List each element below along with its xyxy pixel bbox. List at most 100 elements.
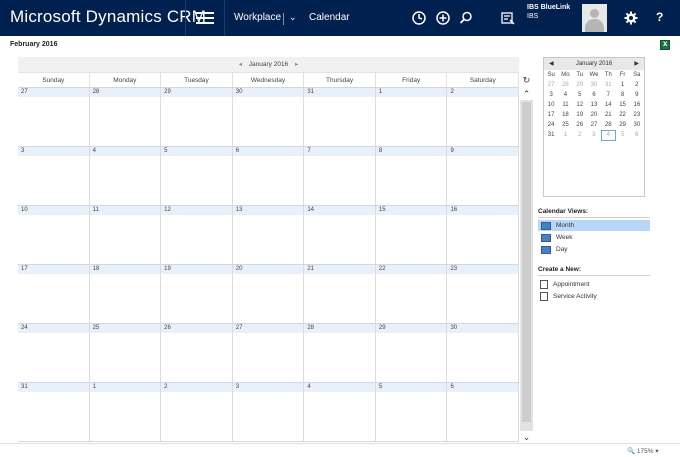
calendar-day-cell[interactable]: 19 [161, 265, 233, 323]
mini-day[interactable]: 7 [601, 90, 615, 100]
calendar-day-cell[interactable]: 2 [161, 383, 233, 441]
mini-day[interactable]: 10 [544, 100, 558, 110]
mini-day[interactable]: 23 [630, 110, 644, 120]
app-title[interactable]: Microsoft Dynamics CRM [10, 7, 206, 27]
calendar-day-cell[interactable]: 28 [89, 88, 162, 146]
calendar-day-cell[interactable]: 14 [304, 206, 376, 264]
mini-day[interactable]: 31 [601, 80, 615, 90]
calendar-day-cell[interactable]: 3 [18, 147, 90, 205]
mini-day[interactable]: 6 [587, 90, 601, 100]
mini-day[interactable]: 5 [615, 130, 629, 140]
mini-day[interactable]: 2 [630, 80, 644, 90]
view-week[interactable]: Week [538, 232, 650, 243]
recent-items-clock-icon[interactable] [410, 9, 428, 27]
mini-day[interactable]: 15 [615, 100, 629, 110]
calendar-day-cell[interactable]: 5 [161, 147, 233, 205]
mini-day[interactable]: 29 [615, 120, 629, 130]
mini-day[interactable]: 18 [558, 110, 572, 120]
calendar-day-cell[interactable]: 29 [375, 324, 448, 382]
mini-day[interactable]: 31 [544, 130, 558, 140]
zoom-control[interactable]: 🔍 175% ▾ [627, 447, 659, 455]
vertical-scrollbar[interactable]: ⌃ ⌄ [520, 88, 533, 443]
calendar-day-cell[interactable]: 24 [18, 324, 90, 382]
calendar-day-cell[interactable]: 30 [232, 88, 305, 146]
calendar-day-cell[interactable]: 11 [89, 206, 162, 264]
calendar-day-cell[interactable]: 20 [232, 265, 305, 323]
mini-day[interactable]: 30 [630, 120, 644, 130]
mini-day[interactable]: 13 [587, 100, 601, 110]
scroll-up-chevron-icon[interactable]: ⌃ [520, 88, 533, 100]
mini-day[interactable]: 22 [615, 110, 629, 120]
help-icon[interactable]: ? [656, 10, 663, 24]
user-info[interactable]: IBS BlueLink IBS [527, 3, 570, 21]
calendar-day-cell[interactable]: 1 [375, 88, 448, 146]
calendar-day-cell[interactable]: 15 [375, 206, 448, 264]
mini-day[interactable]: 2 [573, 130, 587, 140]
mini-day[interactable]: 8 [615, 90, 629, 100]
next-month-arrow-icon[interactable]: ▸ [290, 61, 303, 68]
scrollbar-thumb[interactable] [522, 102, 531, 422]
calendar-day-cell[interactable]: 27 [232, 324, 305, 382]
calendar-day-cell[interactable]: 21 [304, 265, 376, 323]
avatar[interactable] [582, 4, 607, 32]
calendar-day-cell[interactable]: 4 [89, 147, 162, 205]
calendar-day-cell[interactable]: 13 [232, 206, 305, 264]
calendar-day-cell[interactable]: 31 [304, 88, 376, 146]
calendar-day-cell[interactable]: 2 [447, 88, 520, 146]
calendar-day-cell[interactable]: 6 [447, 383, 520, 441]
view-month[interactable]: Month [538, 220, 650, 231]
calendar-day-cell[interactable]: 6 [232, 147, 305, 205]
scroll-down-chevron-icon[interactable]: ⌄ [520, 431, 533, 443]
mini-day[interactable]: 6 [630, 130, 644, 140]
calendar-day-cell[interactable]: 31 [18, 383, 90, 441]
calendar-day-cell[interactable]: 4 [304, 383, 376, 441]
mini-day[interactable]: 27 [544, 80, 558, 90]
mini-day[interactable]: 14 [601, 100, 615, 110]
nav-workplace[interactable]: Workplace [234, 12, 281, 23]
mini-day[interactable]: 1 [558, 130, 572, 140]
mini-next-arrow-icon[interactable]: ▶ [634, 58, 639, 70]
mini-day[interactable]: 11 [558, 100, 572, 110]
mini-day[interactable]: 16 [630, 100, 644, 110]
create-plus-icon[interactable] [434, 9, 452, 27]
calendar-day-cell[interactable]: 7 [304, 147, 376, 205]
mini-day[interactable]: 29 [573, 80, 587, 90]
calendar-day-cell[interactable]: 10 [18, 206, 90, 264]
chevron-down-icon[interactable]: ⌄ [289, 12, 297, 23]
mini-day[interactable]: 21 [601, 110, 615, 120]
mini-day[interactable]: 12 [573, 100, 587, 110]
mini-day[interactable]: 5 [573, 90, 587, 100]
nav-calendar[interactable]: Calendar [309, 12, 350, 23]
mini-day[interactable]: 17 [544, 110, 558, 120]
mini-day[interactable]: 28 [601, 120, 615, 130]
view-day[interactable]: Day [538, 244, 650, 255]
calendar-day-cell[interactable]: 1 [89, 383, 162, 441]
calendar-day-cell[interactable]: 9 [447, 147, 520, 205]
mini-day[interactable]: 28 [558, 80, 572, 90]
calendar-day-cell[interactable]: 28 [304, 324, 376, 382]
mini-day[interactable]: 1 [615, 80, 629, 90]
calendar-day-cell[interactable]: 27 [18, 88, 90, 146]
calendar-day-cell[interactable]: 3 [232, 383, 305, 441]
calendar-day-cell[interactable]: 30 [447, 324, 520, 382]
calendar-day-cell[interactable]: 22 [375, 265, 448, 323]
calendar-day-cell[interactable]: 16 [447, 206, 520, 264]
calendar-day-cell[interactable]: 25 [89, 324, 162, 382]
calendar-day-cell[interactable]: 8 [375, 147, 448, 205]
mini-day[interactable]: 20 [587, 110, 601, 120]
gear-icon[interactable] [622, 9, 640, 27]
mini-day[interactable]: 27 [587, 120, 601, 130]
calendar-day-cell[interactable]: 26 [161, 324, 233, 382]
calendar-day-cell[interactable]: 18 [89, 265, 162, 323]
mini-day[interactable]: 3 [587, 130, 601, 140]
hamburger-menu-icon[interactable] [196, 9, 214, 27]
mini-day[interactable]: 30 [587, 80, 601, 90]
mini-day[interactable]: 26 [573, 120, 587, 130]
mini-day[interactable]: 19 [573, 110, 587, 120]
create-appointment[interactable]: Appointment [538, 279, 650, 290]
calendar-day-cell[interactable]: 29 [161, 88, 233, 146]
export-excel-icon[interactable] [660, 39, 670, 50]
search-icon[interactable] [457, 9, 475, 27]
calendar-day-cell[interactable]: 17 [18, 265, 90, 323]
calendar-day-cell[interactable]: 12 [161, 206, 233, 264]
